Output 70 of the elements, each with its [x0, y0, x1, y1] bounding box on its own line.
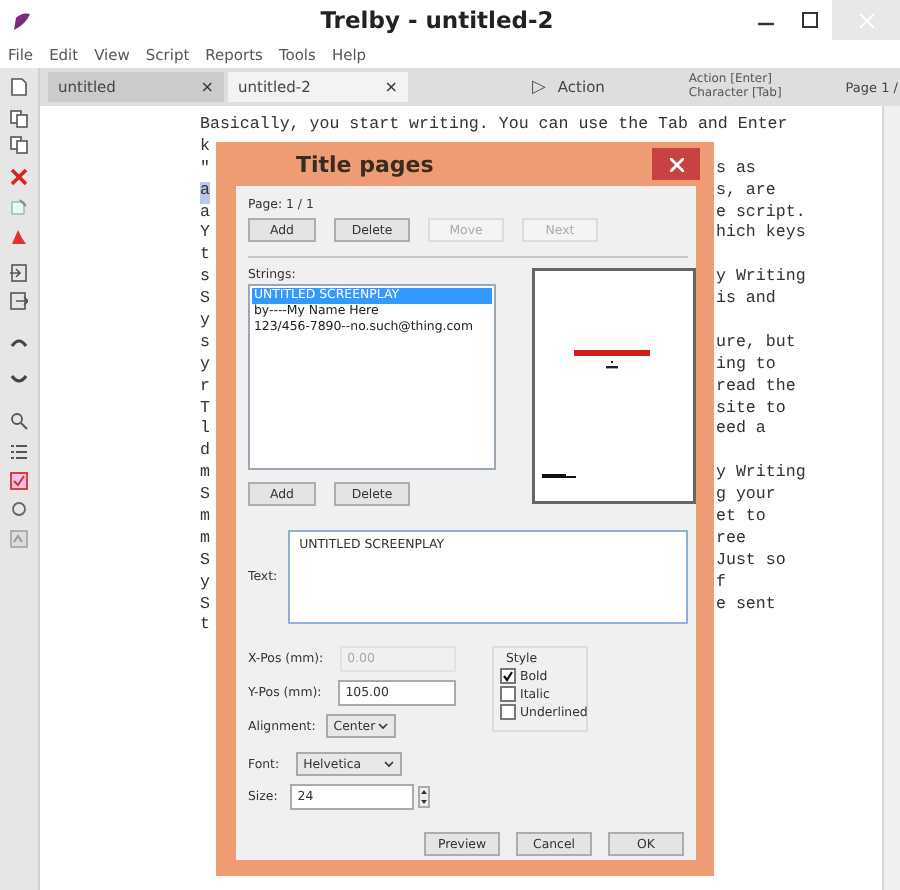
script-text: y Writing — [716, 268, 806, 290]
script-text: s — [200, 333, 210, 356]
checkbox-icon[interactable] — [10, 472, 28, 490]
script-text: l — [200, 420, 210, 442]
script-text: eed a — [716, 420, 766, 443]
script-text: e script. — [716, 203, 806, 224]
script-text: y — [200, 355, 210, 378]
script-text: " — [200, 159, 210, 182]
checkbox[interactable] — [500, 704, 516, 720]
script-text: T — [200, 399, 210, 420]
script-text: e sent — [716, 595, 776, 617]
pen-icon[interactable] — [10, 228, 28, 246]
script-text: y — [200, 312, 210, 334]
redo-icon[interactable] — [10, 370, 28, 388]
script-text: et to — [716, 508, 766, 530]
spinner-icon[interactable] — [417, 786, 430, 808]
script-text: S — [200, 486, 210, 509]
scrollbar[interactable] — [882, 106, 900, 890]
search-icon[interactable] — [10, 412, 28, 430]
script-text: hich keys — [716, 224, 806, 247]
note-icon[interactable] — [10, 198, 28, 216]
tab-close-button[interactable]: × — [384, 78, 398, 96]
script-line: Basically, you start writing. You can use the Tab and Enter — [200, 116, 790, 138]
circle-icon[interactable] — [10, 500, 28, 518]
script-text: ure, but — [716, 333, 796, 356]
script-text: ing to — [716, 355, 776, 378]
script-text: m — [200, 508, 210, 530]
script-text: read the — [716, 377, 796, 400]
script-text: S — [200, 290, 210, 313]
script-text: is and — [716, 290, 776, 313]
script-text: m — [200, 464, 210, 487]
script-text: d — [200, 442, 210, 465]
script-text: s, are — [716, 181, 776, 204]
tab-close-button[interactable]: × — [200, 78, 214, 96]
script-text: y — [200, 573, 210, 596]
page-icon[interactable] — [10, 78, 28, 96]
script-text: t — [200, 246, 210, 269]
dropdown-caret-icon — [377, 722, 388, 730]
script-text: S — [200, 551, 210, 574]
script-text: f — [716, 573, 726, 596]
close-icon — [669, 157, 683, 171]
script-text: s as — [716, 159, 756, 182]
script-text: g your — [716, 486, 776, 509]
script-text: k — [200, 137, 210, 160]
script-text: S — [200, 595, 210, 617]
undo-icon[interactable] — [10, 334, 28, 352]
script-text: s — [200, 268, 210, 291]
script-text: r — [200, 377, 210, 400]
script-text: m — [200, 529, 210, 552]
script-text: t — [200, 616, 210, 639]
app-logo-icon — [12, 11, 30, 29]
window-title: Trelby - untitled-2 — [318, 6, 556, 34]
import-icon[interactable] — [10, 264, 28, 282]
maximize-icon — [802, 12, 818, 28]
script-text: Y — [200, 224, 210, 247]
close-icon[interactable] — [10, 168, 28, 186]
checkbox[interactable] — [500, 668, 516, 684]
element-type-arrow: ▷ — [532, 77, 546, 97]
checkbox[interactable] — [500, 686, 516, 702]
script-text: y Writing — [716, 464, 806, 487]
script-text: Just so — [716, 551, 786, 574]
close-button[interactable] — [652, 148, 700, 180]
script-text: site to — [716, 399, 786, 420]
script-text: a — [200, 203, 210, 225]
dialog-title: Title pages — [296, 151, 434, 177]
script-text: a — [200, 181, 210, 204]
list-icon[interactable] — [10, 442, 28, 460]
export-icon[interactable] — [10, 292, 28, 310]
script-text: ree — [716, 529, 746, 552]
dropdown-caret-icon — [383, 760, 394, 768]
